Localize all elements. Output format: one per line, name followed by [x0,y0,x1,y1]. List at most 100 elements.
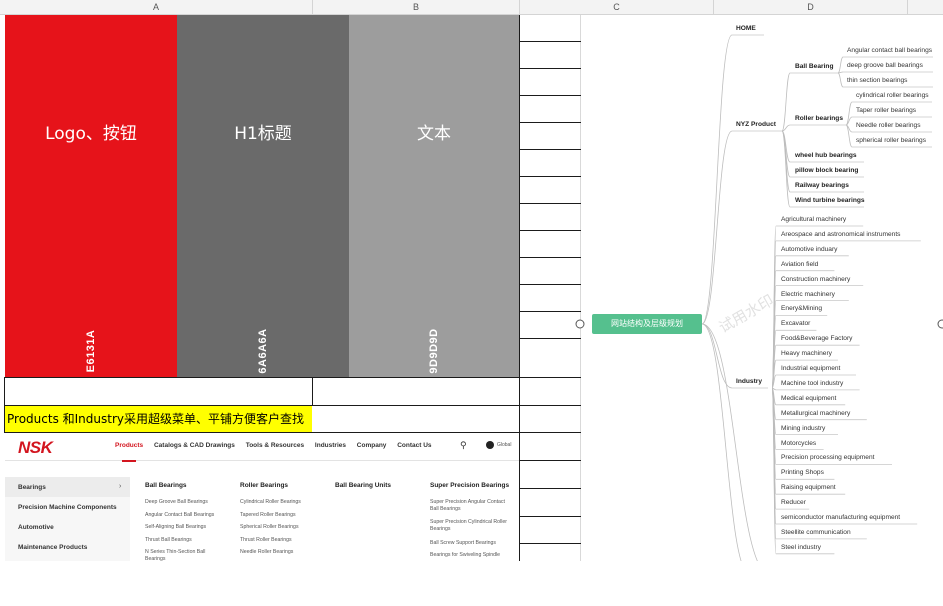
mindmap-leaf[interactable]: Printing Shops [781,469,824,476]
swatch-hex-code: 6A6A6A [257,328,269,374]
nsk-nav-catalogs[interactable]: Catalogs & CAD Drawings [154,442,235,449]
mindmap-leaf[interactable]: spherical roller bearings [856,137,926,144]
mindmap-node-product[interactable]: NYZ Product [736,121,776,128]
search-icon[interactable]: ⚲ [460,440,467,451]
mindmap-leaf[interactable]: Taper roller bearings [856,107,916,114]
column-header-a[interactable]: A [0,0,313,15]
nsk-nav-industries[interactable]: Industries [315,442,346,449]
mindmap-node-ball-bearing[interactable]: Ball Bearing [795,63,833,70]
chevron-right-icon: › [119,483,122,490]
mindmap-connector [701,34,733,325]
column-header-b[interactable]: B [313,0,520,15]
mindmap-leaf[interactable]: Precision processing equipment [781,454,874,461]
nsk-menu-link[interactable]: Thrust Ball Bearings [145,537,225,544]
column-header-bar: A B C D [0,0,943,15]
mindmap-leaf[interactable]: Medical equipment [781,395,836,402]
mindmap-leaf[interactable]: cylindrical roller bearings [856,92,929,99]
swatch-label: Logo、按钮 [45,124,137,144]
mindmap-connector [701,323,742,561]
mindmap-leaf[interactable]: semiconductor manufacturing equipment [781,514,900,521]
nsk-sidebar-item-maintenance[interactable]: Maintenance Products [18,544,87,551]
nsk-menu-column-title[interactable]: Ball Bearings [145,482,187,489]
mindmap-leaf[interactable]: Angular contact ball bearings [847,47,932,54]
mindmap-leaf[interactable]: Areospace and astronomical instruments [781,231,900,238]
cell-border [312,377,313,405]
mindmap-leaf[interactable]: Motorcycles [781,440,816,447]
nsk-menu-link[interactable]: Tapered Roller Bearings [240,512,320,519]
mindmap-connector [781,130,791,193]
nsk-menu-link[interactable]: Angular Contact Ball Bearings [145,512,225,519]
mindmap-node-industry[interactable]: Industry [736,378,762,385]
mindmap-leaf[interactable]: pillow block bearing [795,167,858,174]
mindmap-leaf[interactable]: Metallurgical machinery [781,410,850,417]
mindmap-node-home[interactable]: HOME [736,25,756,32]
mindmap-connector [837,56,844,74]
mindmap-leaf[interactable]: Wind turbine bearings [795,197,865,204]
swatch-label: H1标题 [234,124,292,144]
swatch-hex-code: E6131A [85,329,97,373]
nsk-sidebar-item-precision[interactable]: Precision Machine Components [18,504,117,511]
nsk-menu-link[interactable]: Super Precision Angular Contact Ball Bea… [430,499,510,512]
nsk-menu-link[interactable]: Thrust Roller Bearings [240,537,320,544]
mindmap-leaf[interactable]: Railway bearings [795,182,849,189]
nsk-active-underline [122,460,136,462]
mindmap-node-roller-bearing[interactable]: Roller bearings [795,115,843,122]
nsk-menu-link[interactable]: Super Precision Cylindrical Roller Beari… [430,519,510,532]
mindmap-leaf[interactable]: wheel hub bearings [795,152,857,159]
mindmap-leaf[interactable]: Automotive induary [781,246,837,253]
nsk-menu-link[interactable]: Deep Groove Ball Bearings [145,499,225,506]
mindmap-leaf[interactable]: Steel industry [781,544,821,551]
nsk-nav-contact[interactable]: Contact Us [397,442,431,449]
nsk-region-label[interactable]: Global [497,442,511,448]
swatch-light-gray: 文本 9D9D9D [349,15,519,377]
nsk-sidebar-item-automotive[interactable]: Automotive [18,524,54,531]
collapse-handle-icon[interactable] [574,318,586,330]
mindmap-connector [701,130,733,325]
nsk-menu-column-title[interactable]: Ball Bearing Units [335,482,391,489]
nsk-menu-link[interactable]: Cylindrical Roller Bearings [240,499,320,506]
mindmap-leaf[interactable]: deep groove ball bearings [847,62,923,69]
mindmap-leaf[interactable]: Steellite communication [781,529,851,536]
mindmap-leaf[interactable]: Needle roller bearings [856,122,921,129]
mindmap-connector [781,72,791,132]
globe-icon[interactable] [486,441,494,449]
nsk-menu-column-title[interactable]: Super Precision Bearings [430,482,509,489]
swatch-primary-red: Logo、按钮 E6131A [5,15,177,377]
mindmap-leaf[interactable]: Food&Beverage Factory [781,335,852,342]
mindmap-leaf[interactable]: Excavator [781,320,810,327]
nsk-menu-link[interactable]: N Series Thin-Section Ball Bearings [145,549,225,561]
nsk-nav-tools[interactable]: Tools & Resources [246,442,304,449]
nsk-menu-link[interactable]: Needle Roller Bearings [240,549,320,556]
nsk-menu-link[interactable]: Spherical Roller Bearings [240,524,320,531]
spreadsheet-canvas: A B C D Logo、按钮 E6131A H1标题 6A6A6A 文本 9D… [0,0,943,606]
mindmap-leaf[interactable]: Heavy machinery [781,350,832,357]
mindmap-root-node[interactable]: 网站结构及层级规划 [592,314,702,334]
highlighted-note-cell[interactable]: Products 和Industry采用超级菜单、平铺方便客户查找 [5,406,312,432]
nsk-menu-link[interactable]: Self-Aligning Ball Bearings [145,524,225,531]
column-header-c[interactable]: C [520,0,714,15]
mindmap-leaf[interactable]: Machine tool industry [781,380,843,387]
mindmap-leaf[interactable]: Electric machinery [781,291,835,298]
nsk-logo[interactable]: NSK [18,438,53,458]
mindmap-leaf[interactable]: Industrial equipment [781,365,840,372]
column-header-d[interactable]: D [714,0,908,15]
collapse-handle-icon[interactable] [936,318,943,330]
nsk-menu-column-title[interactable]: Roller Bearings [240,482,288,489]
nsk-menu-link[interactable]: Ball Screw Support Bearings [430,540,510,547]
swatch-dark-gray: H1标题 6A6A6A [177,15,349,377]
mindmap-leaf[interactable]: Mining industry [781,425,825,432]
mindmap-leaf[interactable]: Reducer [781,499,806,506]
nsk-website-preview: NSK Products Catalogs & CAD Drawings Too… [5,433,519,561]
mindmap-leaf[interactable]: Enery&Mining [781,305,822,312]
swatch-hex-code: 9D9D9D [428,328,440,374]
nsk-nav-products[interactable]: Products [115,442,143,449]
mindmap-leaf[interactable]: Agricultural machinery [781,216,846,223]
mindmap-leaf[interactable]: Raising equipment [781,484,836,491]
mindmap-leaf[interactable]: thin section bearings [847,77,907,84]
nsk-sidebar-item-bearings[interactable]: Bearings [18,484,46,491]
nsk-menu-link[interactable]: Bearings for Swiveling Spindle [430,552,510,559]
mindmap-leaf[interactable]: Aviation field [781,261,818,268]
nsk-nav-company[interactable]: Company [357,442,387,449]
mindmap-leaf[interactable]: Construction machinery [781,276,850,283]
mindmap-canvas[interactable]: 网站结构及层级规划 试用水印 HOME NYZ Product Industry Ba… [520,15,943,561]
